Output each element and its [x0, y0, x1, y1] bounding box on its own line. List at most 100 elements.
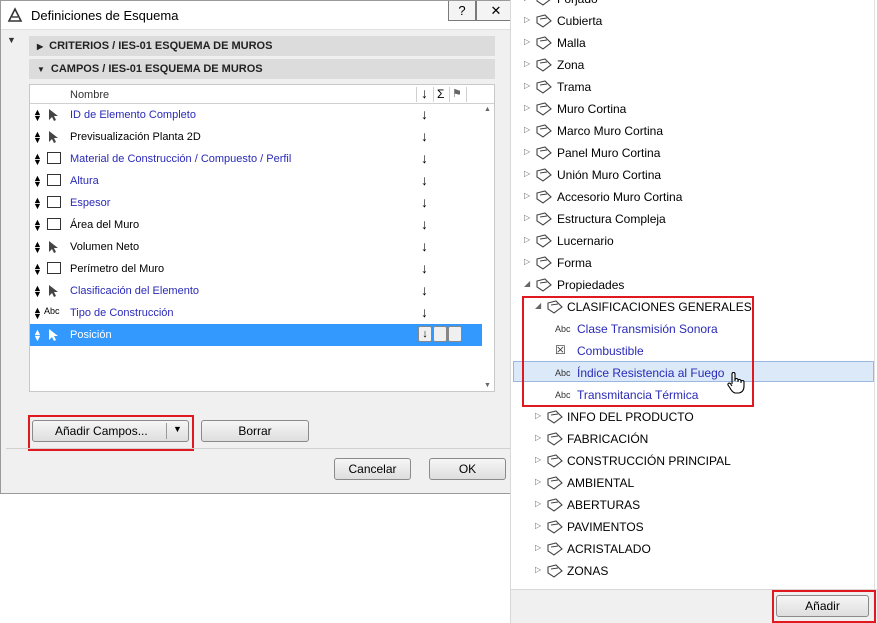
sort-column-header[interactable]: ↓	[421, 85, 428, 101]
tree-item[interactable]: ▷ Accesorio Muro Cortina	[511, 186, 877, 208]
tree-item-label: ABERTURAS	[567, 498, 641, 512]
ok-button[interactable]: OK	[429, 458, 506, 480]
tree-item[interactable]: ▷ AMBIENTAL	[511, 472, 877, 494]
expand-arrow-icon[interactable]: ▷	[524, 59, 530, 68]
field-row[interactable]: ▲ ▼ Área del Muro ↓	[30, 214, 494, 236]
expand-arrow-icon[interactable]: ▷	[535, 411, 541, 420]
expand-arrow-icon[interactable]: ▷	[535, 455, 541, 464]
expand-arrow-icon[interactable]: ▷	[524, 0, 530, 2]
drag-handle-icon[interactable]: ▲ ▼	[33, 284, 42, 299]
fields-section-header[interactable]: ▼ CAMPOS / IES-01 ESQUEMA DE MUROS	[29, 59, 495, 79]
tree-item[interactable]: ▷ ZONAS	[511, 560, 877, 582]
drag-handle-icon[interactable]: ▲ ▼	[33, 306, 42, 321]
arrow-pointer-icon	[44, 240, 62, 254]
collapse-toggle-icon[interactable]: ▼	[7, 35, 16, 45]
tree-item[interactable]: ▷ Forma	[511, 252, 877, 274]
list-scrollbar[interactable]: ▲ ▼	[482, 104, 494, 391]
tree-item[interactable]: ▷ Cubierta	[511, 10, 877, 32]
field-row[interactable]: ▲ ▼ Altura ↓	[30, 170, 494, 192]
sort-arrow-icon[interactable]: ↓	[421, 260, 428, 276]
expand-arrow-icon[interactable]: ▷	[535, 565, 541, 574]
tree-item[interactable]: ▷ ACRISTALADO	[511, 538, 877, 560]
field-row[interactable]: ▲ ▼ Espesor ↓	[30, 192, 494, 214]
expand-arrow-icon[interactable]: ▷	[524, 235, 530, 244]
tree-item[interactable]: ▷ FABRICACIÓN	[511, 428, 877, 450]
tree-item[interactable]: ▷ Unión Muro Cortina	[511, 164, 877, 186]
properties-tree-panel: ▷ Forjado ▷ Cubierta ▷ Malla ▷ Zona ▷ Trama ▷ Muro …	[510, 0, 877, 623]
column-header-name[interactable]: Nombre	[70, 89, 109, 101]
expand-arrow-icon[interactable]: ▷	[524, 103, 530, 112]
tree-item-label: Zona	[557, 58, 585, 72]
field-row[interactable]: ▲ ▼ ID de Elemento Completo ↓	[30, 104, 494, 126]
drag-handle-icon[interactable]: ▲ ▼	[33, 218, 42, 233]
expand-arrow-icon[interactable]: ▷	[535, 499, 541, 508]
chevron-right-icon: ▶	[37, 41, 44, 51]
field-row[interactable]: ▲ ▼ Clasificación del Elemento ↓	[30, 280, 494, 302]
tree-item-label: Marco Muro Cortina	[557, 124, 664, 138]
criteria-section-header[interactable]: ▶ CRITERIOS / IES-01 ESQUEMA DE MUROS	[29, 36, 495, 56]
drag-handle-icon[interactable]: ▲ ▼	[33, 152, 42, 167]
field-row[interactable]: ▲ ▼ Abc Tipo de Construcción ↓	[30, 302, 494, 324]
expand-arrow-icon[interactable]: ▷	[535, 477, 541, 486]
expand-arrow-icon[interactable]: ▷	[524, 81, 530, 90]
sort-arrow-icon[interactable]: ↓	[421, 172, 428, 188]
field-row[interactable]: ▲ ▼ Previsualización Planta 2D ↓	[30, 126, 494, 148]
expand-arrow-icon[interactable]: ▷	[535, 433, 541, 442]
expand-arrow-icon[interactable]: ▷	[535, 543, 541, 552]
sort-toggle[interactable]: ↓	[418, 326, 432, 342]
tree-item[interactable]: ▷ PAVIMENTOS	[511, 516, 877, 538]
drag-handle-icon[interactable]: ▲ ▼	[33, 130, 42, 145]
title-bar[interactable]: Definiciones de Esquema ? ✕	[1, 1, 519, 30]
help-button[interactable]: ?	[448, 1, 476, 21]
sort-arrow-icon[interactable]: ↓	[421, 128, 428, 144]
field-row[interactable]: ▲ ▼ Perímetro del Muro ↓	[30, 258, 494, 280]
tree-item[interactable]: ▷ Zona	[511, 54, 877, 76]
drag-handle-icon[interactable]: ▲ ▼	[33, 240, 42, 255]
expand-arrow-icon[interactable]: ▷	[524, 169, 530, 178]
expand-arrow-icon[interactable]: ▷	[524, 147, 530, 156]
drag-handle-icon[interactable]: ▲ ▼	[33, 196, 42, 211]
tree-item[interactable]: ▷ ABERTURAS	[511, 494, 877, 516]
scroll-up-icon[interactable]: ▲	[484, 106, 491, 113]
sum-toggle[interactable]	[433, 326, 447, 342]
sort-arrow-icon[interactable]: ↓	[421, 238, 428, 254]
tree-item[interactable]: ▷ Estructura Compleja	[511, 208, 877, 230]
expand-arrow-icon[interactable]: ▷	[535, 521, 541, 530]
expand-arrow-icon[interactable]: ▷	[524, 213, 530, 222]
tree-item[interactable]: ▷ INFO DEL PRODUCTO	[511, 406, 877, 428]
expand-arrow-icon[interactable]: ▷	[524, 257, 530, 266]
tree-item[interactable]: ▷ Panel Muro Cortina	[511, 142, 877, 164]
sort-arrow-icon[interactable]: ↓	[421, 304, 428, 320]
expand-arrow-icon[interactable]: ▷	[524, 191, 530, 200]
scroll-down-icon[interactable]: ▼	[484, 382, 491, 389]
cancel-button[interactable]: Cancelar	[334, 458, 411, 480]
sum-column-header[interactable]: Σ	[437, 87, 444, 101]
sort-arrow-icon[interactable]: ↓	[421, 194, 428, 210]
field-row[interactable]: ▲ ▼ Volumen Neto ↓	[30, 236, 494, 258]
collapse-arrow-icon[interactable]: ◢	[524, 279, 530, 288]
tree-item[interactable]: ◢ Propiedades	[511, 274, 877, 296]
flag-column-header[interactable]: ⚑	[452, 87, 462, 100]
flag-toggle[interactable]	[448, 326, 462, 342]
field-row[interactable]: ▲ ▼ Posición ↓	[30, 324, 494, 346]
drag-handle-icon[interactable]: ▲ ▼	[33, 108, 42, 123]
tree-item[interactable]: ▷ Muro Cortina	[511, 98, 877, 120]
sort-arrow-icon[interactable]: ↓	[421, 282, 428, 298]
drag-handle-icon[interactable]: ▲ ▼	[33, 174, 42, 189]
tree-item[interactable]: ▷ Marco Muro Cortina	[511, 120, 877, 142]
drag-handle-icon[interactable]: ▲ ▼	[33, 328, 42, 343]
tree-item[interactable]: ▷ Forjado	[511, 0, 877, 10]
sort-arrow-icon[interactable]: ↓	[421, 216, 428, 232]
expand-arrow-icon[interactable]: ▷	[524, 125, 530, 134]
delete-button[interactable]: Borrar	[201, 420, 309, 442]
tree-item[interactable]: ▷ CONSTRUCCIÓN PRINCIPAL	[511, 450, 877, 472]
field-row[interactable]: ▲ ▼ Material de Construcción / Compuesto /…	[30, 148, 494, 170]
sort-arrow-icon[interactable]: ↓	[421, 106, 428, 122]
tree-item[interactable]: ▷ Lucernario	[511, 230, 877, 252]
drag-handle-icon[interactable]: ▲ ▼	[33, 262, 42, 277]
expand-arrow-icon[interactable]: ▷	[524, 15, 530, 24]
tree-item[interactable]: ▷ Malla	[511, 32, 877, 54]
expand-arrow-icon[interactable]: ▷	[524, 37, 530, 46]
sort-arrow-icon[interactable]: ↓	[421, 150, 428, 166]
tree-item[interactable]: ▷ Trama	[511, 76, 877, 98]
